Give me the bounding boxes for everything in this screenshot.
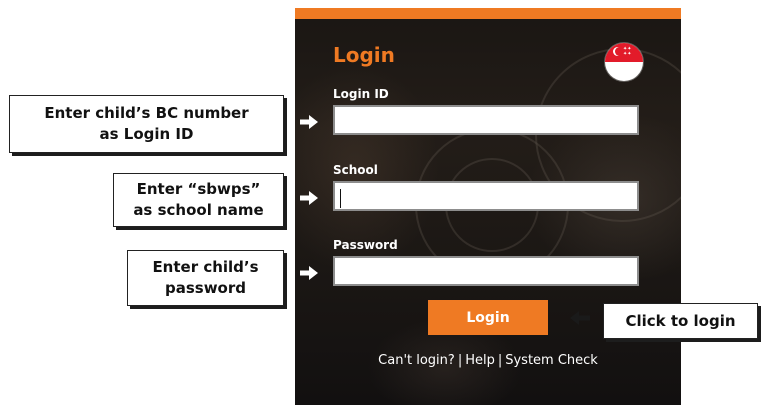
login-id-callout: Enter child’s BC number as Login ID [9,95,284,153]
password-input[interactable] [333,256,639,286]
login-callout: Click to login [603,303,758,339]
school-callout-line1: Enter “sbwps” [136,180,261,198]
footer-links: Can't login? | Help | System Check [295,353,681,368]
system-check-link[interactable]: System Check [505,353,598,368]
login-id-input[interactable] [333,105,639,135]
login-callout-text: Click to login [625,311,736,330]
panel-top-bar [295,8,681,19]
link-separator: | [457,353,463,368]
text-cursor [340,189,341,208]
school-input[interactable] [333,181,639,211]
password-label: Password [333,238,398,252]
arrow-left-icon [570,311,590,325]
password-callout-line1: Enter child’s [152,258,259,276]
login-id-label: Login ID [333,87,389,101]
cant-login-link[interactable]: Can't login? [378,353,455,368]
school-label: School [333,163,378,177]
login-panel: Login ✦✦ ✦✦ Login ID School Password Logi… [295,8,681,405]
school-callout: Enter “sbwps” as school name [113,173,284,227]
school-callout-line2: as school name [133,201,264,219]
arrow-right-icon [300,115,318,129]
login-button[interactable]: Login [428,300,548,335]
login-id-callout-line1: Enter child’s BC number [44,104,249,122]
help-link[interactable]: Help [465,353,495,368]
instruction-figure: Login ✦✦ ✦✦ Login ID School Password Logi… [0,0,763,405]
arrow-right-icon [300,191,318,205]
login-id-callout-line2: as Login ID [99,125,194,143]
password-callout: Enter child’s password [127,250,284,306]
singapore-flag-icon[interactable]: ✦✦ ✦✦ [605,43,643,81]
arrow-right-icon [300,266,318,280]
password-callout-line2: password [164,279,246,297]
link-separator: | [497,353,503,368]
login-title: Login [333,43,395,67]
